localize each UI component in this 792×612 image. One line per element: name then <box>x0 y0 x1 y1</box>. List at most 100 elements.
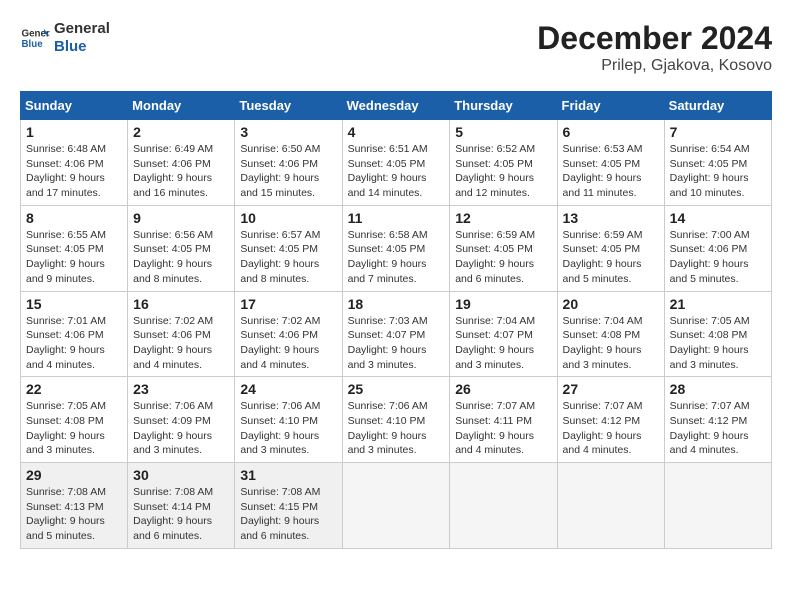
calendar-cell <box>342 463 450 549</box>
day-info: Sunrise: 7:03 AMSunset: 4:07 PMDaylight:… <box>348 314 445 373</box>
day-number: 21 <box>670 296 766 312</box>
day-info: Sunrise: 7:06 AMSunset: 4:10 PMDaylight:… <box>348 399 445 458</box>
day-number: 19 <box>455 296 551 312</box>
day-number: 30 <box>133 467 229 483</box>
calendar-cell: 2 Sunrise: 6:49 AMSunset: 4:06 PMDaylight… <box>128 120 235 206</box>
calendar-cell: 18 Sunrise: 7:03 AMSunset: 4:07 PMDayligh… <box>342 291 450 377</box>
calendar-cell: 16 Sunrise: 7:02 AMSunset: 4:06 PMDayligh… <box>128 291 235 377</box>
calendar-week-row: 29 Sunrise: 7:08 AMSunset: 4:13 PMDayligh… <box>21 463 772 549</box>
calendar-cell <box>450 463 557 549</box>
calendar-cell: 7 Sunrise: 6:54 AMSunset: 4:05 PMDaylight… <box>664 120 771 206</box>
day-info: Sunrise: 6:59 AMSunset: 4:05 PMDaylight:… <box>455 228 551 287</box>
day-number: 3 <box>240 124 336 140</box>
calendar-cell: 31 Sunrise: 7:08 AMSunset: 4:15 PMDayligh… <box>235 463 342 549</box>
day-info: Sunrise: 6:49 AMSunset: 4:06 PMDaylight:… <box>133 142 229 201</box>
day-number: 5 <box>455 124 551 140</box>
day-info: Sunrise: 7:02 AMSunset: 4:06 PMDaylight:… <box>240 314 336 373</box>
day-info: Sunrise: 7:08 AMSunset: 4:14 PMDaylight:… <box>133 485 229 544</box>
day-number: 29 <box>26 467 122 483</box>
col-wednesday: Wednesday <box>342 92 450 120</box>
calendar-header-row: Sunday Monday Tuesday Wednesday Thursday… <box>21 92 772 120</box>
day-info: Sunrise: 7:07 AMSunset: 4:12 PMDaylight:… <box>563 399 659 458</box>
day-number: 24 <box>240 381 336 397</box>
calendar-cell: 5 Sunrise: 6:52 AMSunset: 4:05 PMDaylight… <box>450 120 557 206</box>
day-info: Sunrise: 6:57 AMSunset: 4:05 PMDaylight:… <box>240 228 336 287</box>
calendar-cell: 21 Sunrise: 7:05 AMSunset: 4:08 PMDayligh… <box>664 291 771 377</box>
day-number: 31 <box>240 467 336 483</box>
calendar-cell: 1 Sunrise: 6:48 AMSunset: 4:06 PMDaylight… <box>21 120 128 206</box>
calendar-cell: 25Sunrise: 7:06 AMSunset: 4:10 PMDayligh… <box>342 377 450 463</box>
col-sunday: Sunday <box>21 92 128 120</box>
day-number: 1 <box>26 124 122 140</box>
day-info: Sunrise: 6:51 AMSunset: 4:05 PMDaylight:… <box>348 142 445 201</box>
day-info: Sunrise: 6:48 AMSunset: 4:06 PMDaylight:… <box>26 142 122 201</box>
day-info: Sunrise: 6:53 AMSunset: 4:05 PMDaylight:… <box>563 142 659 201</box>
day-info: Sunrise: 7:04 AMSunset: 4:07 PMDaylight:… <box>455 314 551 373</box>
day-number: 23 <box>133 381 229 397</box>
day-number: 9 <box>133 210 229 226</box>
calendar-cell: 12 Sunrise: 6:59 AMSunset: 4:05 PMDayligh… <box>450 205 557 291</box>
calendar-cell: 17 Sunrise: 7:02 AMSunset: 4:06 PMDayligh… <box>235 291 342 377</box>
title-block: December 2024 Prilep, Gjakova, Kosovo <box>537 20 772 75</box>
day-info: Sunrise: 7:07 AMSunset: 4:11 PMDaylight:… <box>455 399 551 458</box>
col-thursday: Thursday <box>450 92 557 120</box>
day-number: 17 <box>240 296 336 312</box>
day-number: 18 <box>348 296 445 312</box>
day-info: Sunrise: 6:50 AMSunset: 4:06 PMDaylight:… <box>240 142 336 201</box>
calendar-cell <box>664 463 771 549</box>
day-info: Sunrise: 7:08 AMSunset: 4:15 PMDaylight:… <box>240 485 336 544</box>
day-info: Sunrise: 6:59 AMSunset: 4:05 PMDaylight:… <box>563 228 659 287</box>
calendar-cell: 27 Sunrise: 7:07 AMSunset: 4:12 PMDayligh… <box>557 377 664 463</box>
day-info: Sunrise: 7:06 AMSunset: 4:09 PMDaylight:… <box>133 399 229 458</box>
day-info: Sunrise: 7:05 AMSunset: 4:08 PMDaylight:… <box>670 314 766 373</box>
day-number: 16 <box>133 296 229 312</box>
day-number: 6 <box>563 124 659 140</box>
calendar-cell: 28Sunrise: 7:07 AMSunset: 4:12 PMDayligh… <box>664 377 771 463</box>
day-number: 22 <box>26 381 122 397</box>
day-number: 14 <box>670 210 766 226</box>
month-title: December 2024 <box>537 20 772 57</box>
day-info: Sunrise: 6:52 AMSunset: 4:05 PMDaylight:… <box>455 142 551 201</box>
calendar-cell: 20Sunrise: 7:04 AMSunset: 4:08 PMDayligh… <box>557 291 664 377</box>
day-info: Sunrise: 6:58 AMSunset: 4:05 PMDaylight:… <box>348 228 445 287</box>
day-number: 2 <box>133 124 229 140</box>
day-number: 12 <box>455 210 551 226</box>
logo-blue-text: Blue <box>54 38 110 56</box>
calendar-cell: 4 Sunrise: 6:51 AMSunset: 4:05 PMDaylight… <box>342 120 450 206</box>
day-info: Sunrise: 6:56 AMSunset: 4:05 PMDaylight:… <box>133 228 229 287</box>
calendar-cell: 24Sunrise: 7:06 AMSunset: 4:10 PMDayligh… <box>235 377 342 463</box>
day-info: Sunrise: 7:01 AMSunset: 4:06 PMDaylight:… <box>26 314 122 373</box>
day-number: 20 <box>563 296 659 312</box>
calendar-cell <box>557 463 664 549</box>
calendar-cell: 15 Sunrise: 7:01 AMSunset: 4:06 PMDayligh… <box>21 291 128 377</box>
calendar-table: Sunday Monday Tuesday Wednesday Thursday… <box>20 91 772 549</box>
day-info: Sunrise: 7:08 AMSunset: 4:13 PMDaylight:… <box>26 485 122 544</box>
calendar-cell: 9 Sunrise: 6:56 AMSunset: 4:05 PMDaylight… <box>128 205 235 291</box>
day-number: 11 <box>348 210 445 226</box>
calendar-cell: 13 Sunrise: 6:59 AMSunset: 4:05 PMDayligh… <box>557 205 664 291</box>
day-number: 15 <box>26 296 122 312</box>
calendar-cell: 26 Sunrise: 7:07 AMSunset: 4:11 PMDayligh… <box>450 377 557 463</box>
calendar-week-row: 1 Sunrise: 6:48 AMSunset: 4:06 PMDaylight… <box>21 120 772 206</box>
day-info: Sunrise: 7:02 AMSunset: 4:06 PMDaylight:… <box>133 314 229 373</box>
col-tuesday: Tuesday <box>235 92 342 120</box>
calendar-cell: 8Sunrise: 6:55 AMSunset: 4:05 PMDaylight… <box>21 205 128 291</box>
calendar-cell: 14 Sunrise: 7:00 AMSunset: 4:06 PMDayligh… <box>664 205 771 291</box>
calendar-cell: 30 Sunrise: 7:08 AMSunset: 4:14 PMDayligh… <box>128 463 235 549</box>
day-info: Sunrise: 6:54 AMSunset: 4:05 PMDaylight:… <box>670 142 766 201</box>
logo-icon: General Blue <box>20 23 50 53</box>
calendar-week-row: 8Sunrise: 6:55 AMSunset: 4:05 PMDaylight… <box>21 205 772 291</box>
day-number: 8 <box>26 210 122 226</box>
calendar-cell: 10Sunrise: 6:57 AMSunset: 4:05 PMDayligh… <box>235 205 342 291</box>
calendar-cell: 11 Sunrise: 6:58 AMSunset: 4:05 PMDayligh… <box>342 205 450 291</box>
svg-text:Blue: Blue <box>22 39 44 50</box>
day-info: Sunrise: 7:00 AMSunset: 4:06 PMDaylight:… <box>670 228 766 287</box>
day-number: 7 <box>670 124 766 140</box>
calendar-cell: 6 Sunrise: 6:53 AMSunset: 4:05 PMDaylight… <box>557 120 664 206</box>
day-number: 13 <box>563 210 659 226</box>
day-number: 4 <box>348 124 445 140</box>
logo: General Blue General Blue <box>20 20 110 56</box>
day-number: 26 <box>455 381 551 397</box>
day-number: 27 <box>563 381 659 397</box>
day-info: Sunrise: 7:05 AMSunset: 4:08 PMDaylight:… <box>26 399 122 458</box>
